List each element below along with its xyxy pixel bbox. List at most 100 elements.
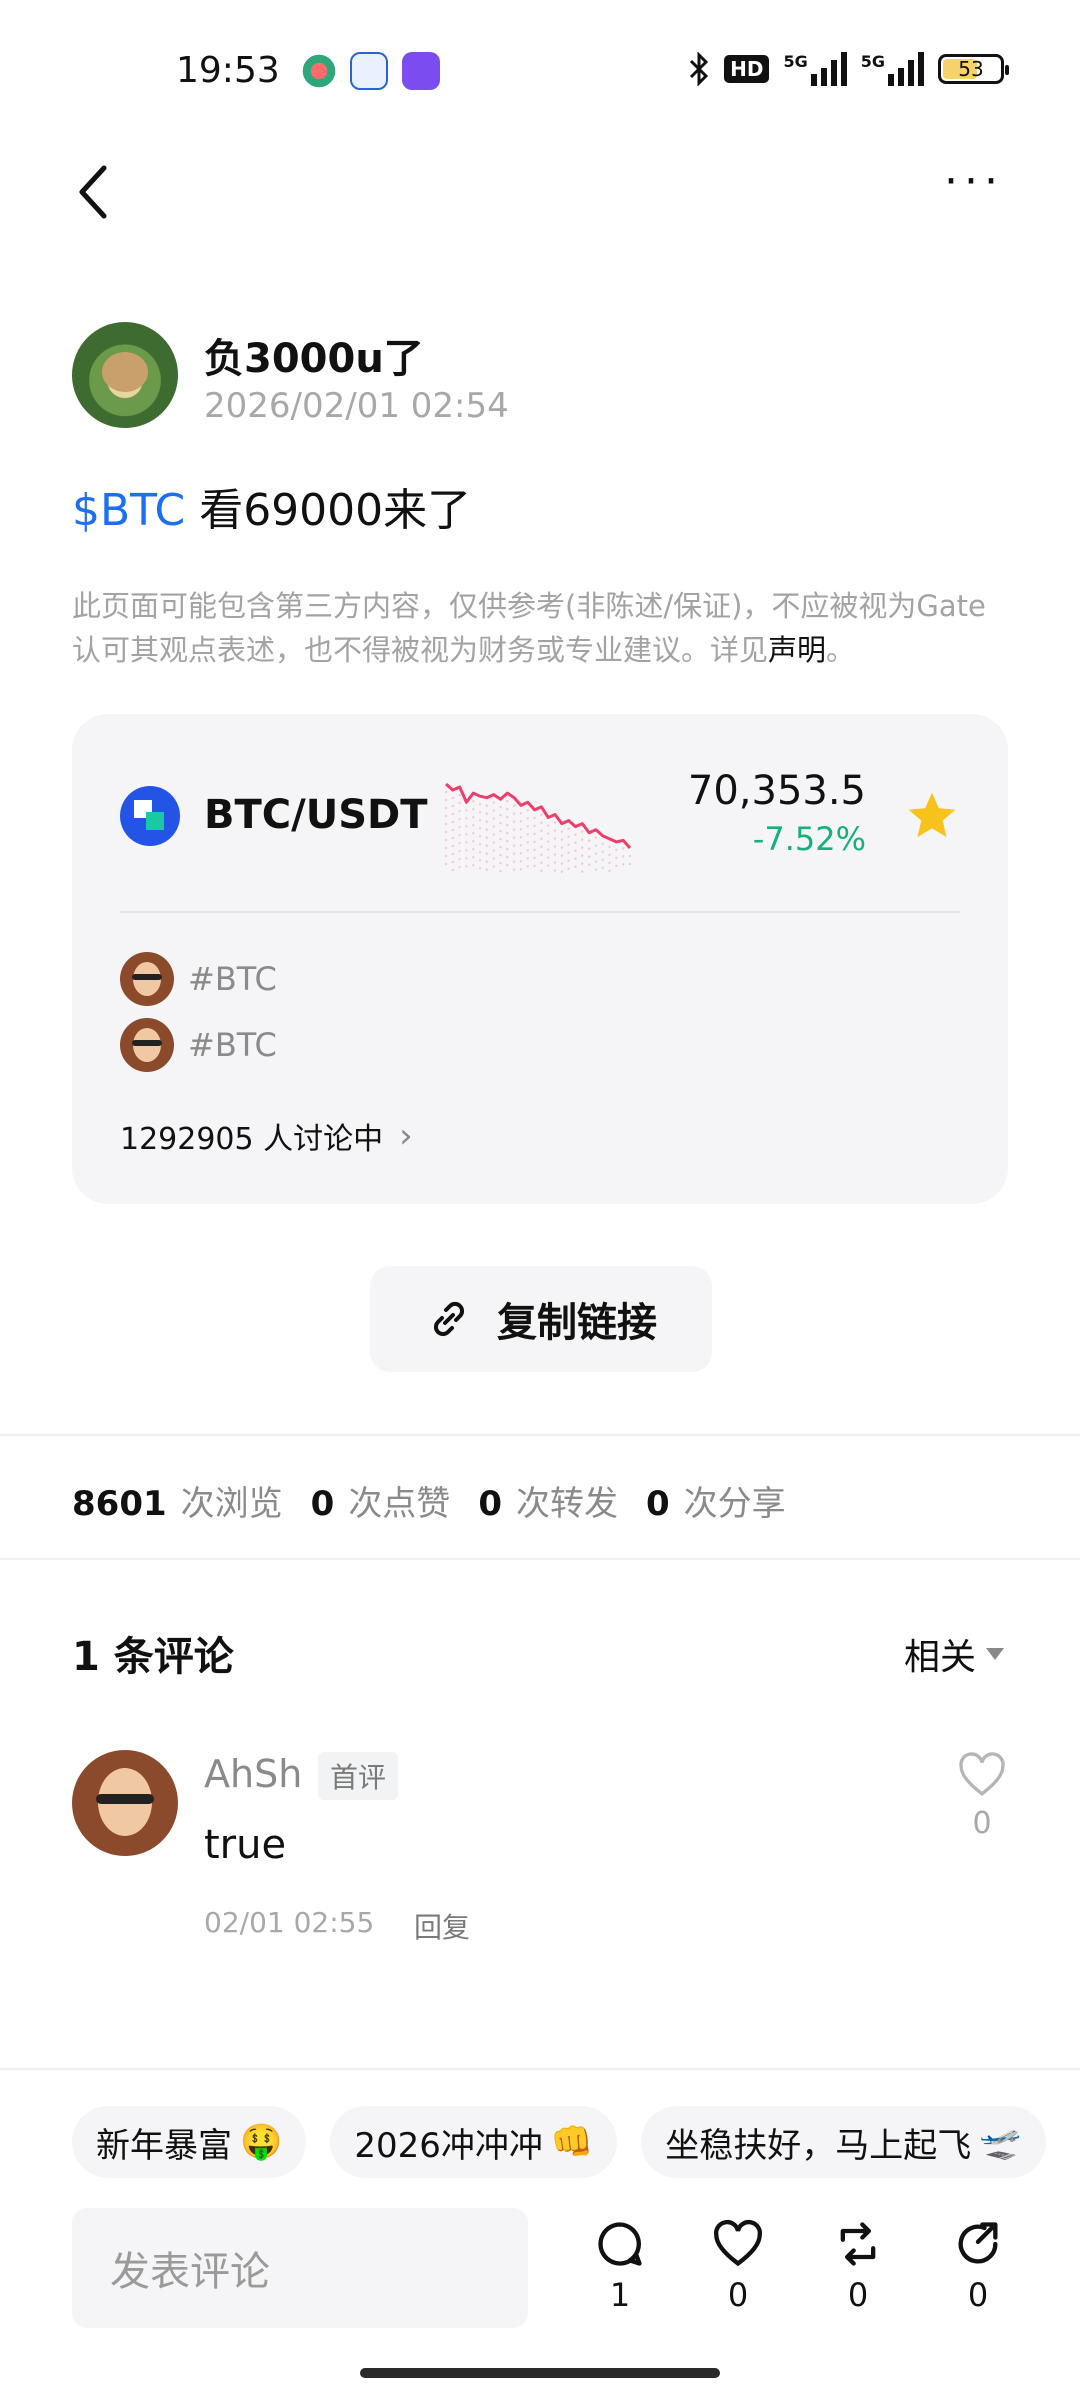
sparkline-fill-dot — [519, 860, 523, 863]
sparkline-fill-dot — [451, 844, 455, 848]
quick-reply-label: 新年暴富 — [96, 2125, 232, 2166]
sparkline-fill-dot — [574, 857, 577, 860]
sparkline-fill-dot — [492, 817, 495, 820]
sparkline-fill-dot — [512, 860, 516, 863]
sparkline-fill-dot — [451, 820, 455, 824]
app-notification-icon — [350, 52, 388, 90]
sparkline-fill-dot — [492, 849, 495, 852]
quick-reply-chip[interactable]: 2026冲冲冲 👊 — [330, 2106, 618, 2178]
sparkline-fill-dot — [533, 816, 536, 820]
sparkline-fill-dot — [601, 850, 604, 854]
sparkline-fill-dot — [567, 851, 570, 854]
heart-icon — [713, 2219, 763, 2267]
sparkline-fill-dot — [492, 833, 495, 836]
repost-icon — [840, 2222, 876, 2266]
battery-icon: 53 — [938, 54, 1009, 84]
sparkline-fill-dot — [533, 848, 536, 852]
sparkline-fill-dot — [594, 836, 598, 839]
sparkline-fill-dot — [601, 842, 604, 846]
sparkline-fill-dot — [560, 854, 564, 857]
more-options-button[interactable]: ··· — [944, 160, 1004, 204]
quick-reply-chip[interactable]: 新年暴富 🤑 — [72, 2106, 307, 2178]
market-card[interactable]: BTC/USDT 70,353.5 -7.52% #BTC #BTC 12929… — [72, 714, 1008, 1204]
views-count: 8601 — [72, 1484, 167, 1524]
sparkline-fill-dot — [499, 830, 502, 833]
commenter-name[interactable]: AhSh — [204, 1752, 302, 1796]
copy-link-button[interactable]: 复制链接 — [370, 1266, 712, 1372]
author-name[interactable]: 负3000u了 — [204, 326, 424, 384]
like-action-button[interactable]: 0 — [698, 2218, 778, 2314]
sparkline-fill-dot — [478, 842, 482, 846]
sparkline-fill-dot — [444, 854, 448, 858]
quick-reply-chip[interactable]: 坐稳扶好，马上起飞 🛫 — [641, 2106, 1046, 2178]
caret-down-icon — [986, 1648, 1004, 1660]
section-divider — [0, 1558, 1080, 1560]
post-timestamp: 2026/02/01 02:54 — [204, 386, 509, 426]
sparkline-fill-dot — [444, 846, 448, 850]
sparkline-fill-dot — [567, 827, 570, 830]
share-count: 0 — [967, 2276, 989, 2314]
sparkline-fill-dot — [581, 846, 584, 849]
views-label: 次浏览 — [180, 1484, 283, 1524]
sparkline-fill-dot — [451, 828, 455, 832]
sparkline-fill-dot — [465, 865, 468, 868]
author-avatar[interactable] — [72, 322, 178, 428]
topic-tag[interactable]: #BTC — [120, 952, 277, 1006]
chevron-right-icon: › — [399, 1116, 413, 1156]
sparkline-fill-dot — [506, 863, 509, 867]
repost-action-button[interactable]: 0 — [818, 2218, 898, 2314]
sparkline-fill-dot — [478, 850, 482, 854]
sparkline-fill-dot — [472, 831, 475, 835]
sparkline-fill-dot — [472, 807, 475, 811]
app-shortcut-icon — [402, 52, 440, 90]
post-body-text: 看69000来了 — [185, 485, 472, 536]
sparkline-fill-dot — [506, 831, 509, 835]
sparkline-fill-dot — [608, 845, 611, 849]
sparkline-fill-dot — [519, 836, 523, 839]
sparkline-fill-dot — [458, 809, 461, 813]
disclaimer-link[interactable]: 声明 — [768, 633, 826, 667]
discussion-count: 1292905 人讨论中 — [120, 1122, 384, 1157]
sparkline-fill-dot — [485, 820, 489, 823]
sort-dropdown[interactable]: 相关 — [904, 1628, 1004, 1680]
ticker-link[interactable]: $BTC — [72, 485, 185, 536]
commenter-avatar[interactable] — [72, 1750, 178, 1856]
sparkline-fill-dot — [485, 836, 489, 839]
section-divider — [0, 1434, 1080, 1436]
sparkline-fill-dot — [594, 860, 598, 863]
sparkline-fill-dot — [526, 817, 529, 820]
sparkline-fill-dot — [451, 812, 455, 816]
mobile-carrier-icon — [300, 52, 338, 90]
discussion-count-link[interactable]: 1292905 人讨论中 › — [120, 1114, 413, 1158]
sparkline-fill-dot — [519, 852, 523, 855]
chevron-left-icon[interactable] — [70, 162, 120, 222]
sparkline-fill-dot — [540, 837, 543, 841]
comment-date: 02/01 02:55 — [204, 1906, 375, 1939]
reply-button[interactable]: 回复 — [414, 1906, 470, 1946]
sparkline-fill-dot — [540, 861, 543, 865]
sparkline-fill-dot — [628, 862, 632, 866]
sparkline-fill-dot — [553, 821, 557, 824]
share-action-button[interactable]: 0 — [938, 2218, 1018, 2314]
sparkline-fill-dot — [444, 822, 448, 826]
tag-avatar — [120, 1018, 174, 1072]
sparkline-fill-dot — [499, 870, 502, 873]
sparkline-fill-dot — [553, 853, 557, 856]
topic-tag-label: #BTC — [188, 960, 277, 998]
fist-icon: 👊 — [550, 2122, 594, 2162]
sparkline-fill-dot — [444, 862, 448, 866]
shares-count: 0 — [645, 1484, 670, 1524]
comment-text: true — [204, 1822, 287, 1868]
comment-like-button[interactable]: 0 — [956, 1752, 1008, 1841]
sparkline-fill-dot — [512, 812, 516, 815]
home-indicator[interactable] — [360, 2368, 720, 2378]
sparkline-fill-dot — [608, 861, 611, 865]
comment-input[interactable]: 发表评论 — [72, 2208, 528, 2328]
sparkline-fill-dot — [601, 858, 604, 862]
sparkline-fill-dot — [587, 847, 591, 850]
sparkline-fill-dot — [485, 868, 489, 871]
sparkline-fill-dot — [499, 854, 502, 857]
topic-tag[interactable]: #BTC — [120, 1018, 277, 1072]
favorite-star-icon[interactable] — [904, 788, 960, 844]
comment-action-button[interactable]: 1 — [580, 2218, 660, 2314]
